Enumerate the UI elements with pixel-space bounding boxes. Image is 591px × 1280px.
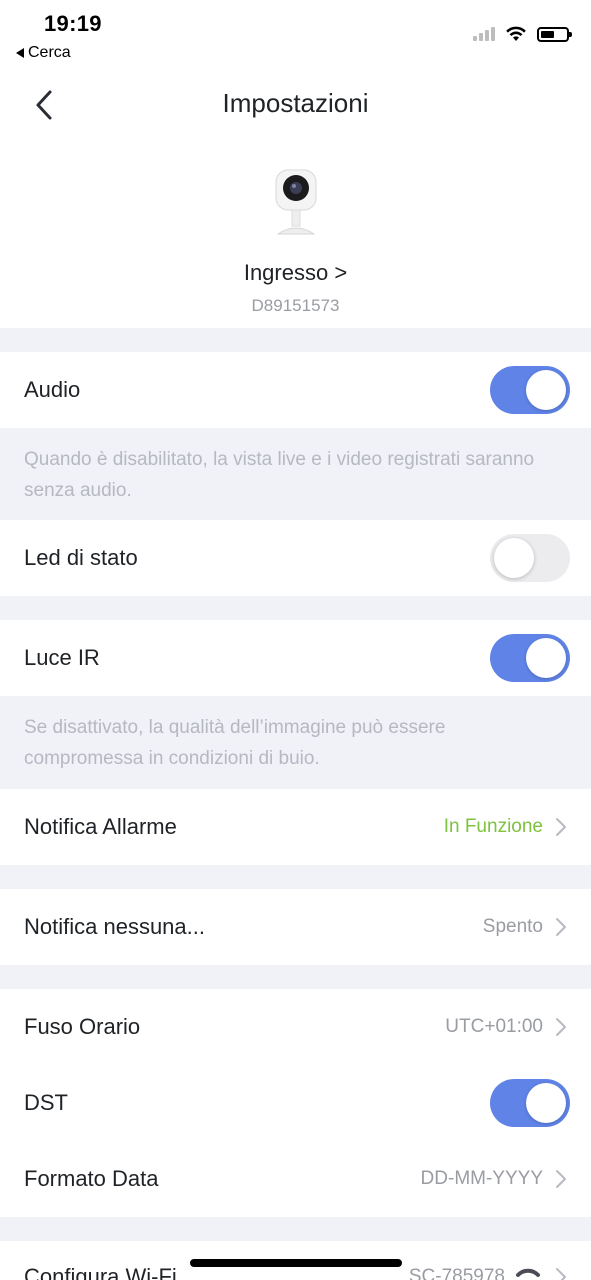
audio-toggle[interactable] [490, 366, 570, 414]
device-name-link[interactable]: Ingresso > [0, 260, 591, 286]
toggle-knob [526, 370, 566, 410]
device-serial: D89151573 [251, 296, 340, 315]
ir-note: Se disattivato, la qualità dell’immagine… [0, 696, 591, 789]
date-format-value: DD-MM-YYYY [420, 1168, 543, 1189]
section-divider [0, 1217, 591, 1241]
alarm-notification-row[interactable]: Notifica Allarme In Funzione [0, 789, 591, 865]
led-toggle[interactable] [490, 534, 570, 582]
alarm-label: Notifica Allarme [24, 814, 177, 839]
ir-toggle[interactable] [490, 634, 570, 682]
timezone-row[interactable]: Fuso Orario UTC+01:00 [0, 989, 591, 1065]
dst-label: DST [24, 1090, 68, 1115]
ir-row: Luce IR [0, 620, 591, 696]
wifi-strength-icon [516, 1268, 540, 1277]
led-row: Led di stato [0, 520, 591, 596]
status-bar: 19:19 Cerca [0, 0, 591, 70]
audio-note: Quando è disabilitato, la vista live e i… [0, 428, 591, 520]
device-header: Ingresso > D89151573 [0, 140, 591, 328]
section-divider [0, 596, 591, 620]
audio-label: Audio [24, 377, 81, 402]
timezone-label: Fuso Orario [24, 1014, 141, 1039]
toggle-knob [526, 638, 566, 678]
page-title: Impostazioni [222, 88, 369, 118]
date-format-row[interactable]: Formato Data DD-MM-YYYY [0, 1141, 591, 1217]
dst-row: DST [0, 1065, 591, 1141]
timezone-value: UTC+01:00 [445, 1016, 543, 1037]
alarm-value: In Funzione [443, 816, 543, 837]
led-label: Led di stato [24, 545, 138, 570]
dst-toggle[interactable] [490, 1079, 570, 1127]
wifi-config-label: Configura Wi-Fi [24, 1264, 177, 1280]
back-triangle-icon [16, 48, 24, 58]
section-divider [0, 965, 591, 989]
battery-level [541, 30, 555, 38]
chevron-right-icon [556, 918, 566, 936]
camera-icon [275, 169, 317, 235]
wifi-icon [506, 26, 526, 41]
section-divider [0, 328, 591, 352]
toggle-knob [526, 1083, 566, 1123]
ir-label: Luce IR [24, 645, 100, 670]
chevron-right-icon [556, 1170, 566, 1188]
chevron-right-icon [556, 1268, 566, 1280]
no-notification-value: Spento [482, 916, 543, 937]
section-divider [0, 865, 591, 889]
date-format-label: Formato Data [24, 1166, 159, 1191]
status-indicators [473, 26, 572, 42]
wifi-config-value: SC-785978 [408, 1266, 505, 1280]
return-app-label: Cerca [28, 44, 71, 61]
toggle-knob [494, 538, 534, 578]
return-to-app-link[interactable]: Cerca [16, 44, 71, 62]
cellular-signal-icon [473, 27, 495, 41]
audio-row: Audio [0, 352, 591, 428]
home-indicator[interactable] [190, 1259, 402, 1267]
chevron-right-icon [556, 818, 566, 836]
chevron-right-icon [556, 1018, 566, 1036]
status-time: 19:19 [44, 11, 102, 36]
no-notification-label: Notifica nessuna... [24, 914, 205, 939]
battery-icon [537, 26, 572, 42]
no-notification-row[interactable]: Notifica nessuna... Spento [0, 889, 591, 965]
navigation-bar: Impostazioni [0, 70, 591, 140]
